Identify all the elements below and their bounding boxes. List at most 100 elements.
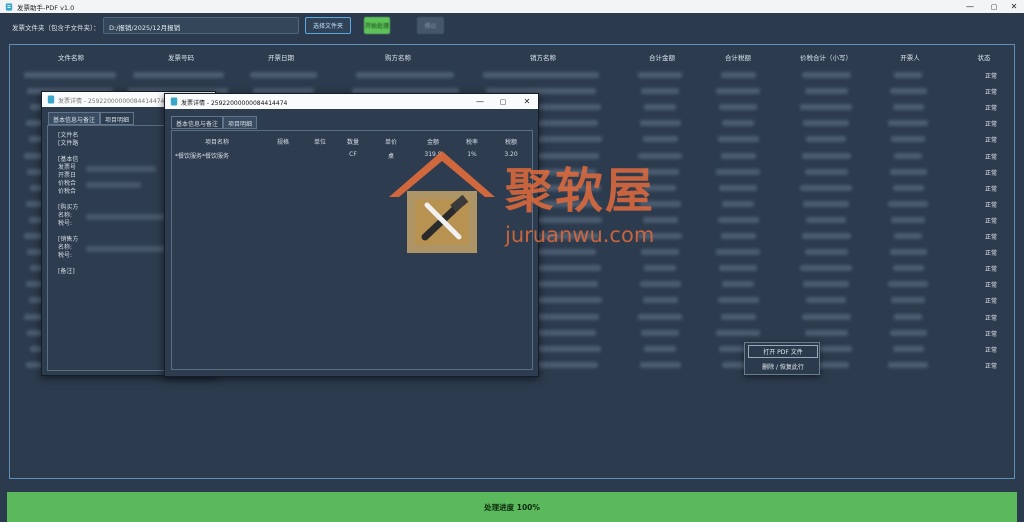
close-button[interactable]: ✕: [1002, 0, 1024, 13]
blurred-cell: [803, 281, 849, 288]
table-row[interactable]: 正常: [10, 67, 1014, 83]
info-line: [购买方: [58, 204, 79, 211]
blurred-cell: [716, 88, 760, 95]
dialog-back-tabs: 基本信息与备注 项目明细: [48, 112, 135, 125]
blurred-cell: [638, 313, 682, 320]
blurred-cell: [638, 72, 682, 78]
tab-basic-info[interactable]: 基本信息与备注: [48, 112, 101, 125]
blurred-cell: [644, 104, 676, 111]
window-title: 发票助手-PDF v1.0: [17, 3, 75, 12]
blurred-cell: [892, 104, 924, 111]
blurred-value: [86, 182, 141, 188]
dialog-maximize-button[interactable]: ▢: [495, 95, 511, 108]
blurred-cell: [644, 345, 676, 352]
blurred-cell: [889, 168, 927, 175]
blurred-cell: [639, 281, 681, 288]
minimize-icon: —: [966, 2, 974, 11]
blurred-cell: [894, 152, 922, 159]
col-invoice-date[interactable]: 开票日期: [268, 52, 294, 62]
close-icon: ✕: [523, 97, 531, 106]
info-line: 税号:: [58, 252, 73, 259]
col-grand-total[interactable]: 价税合计（小写）: [800, 52, 852, 62]
blurred-cell: [717, 136, 759, 143]
folder-label: 发票文件夹（包含子文件夹）：: [12, 24, 100, 32]
blurred-cell: [800, 265, 852, 272]
status-cell: 正常: [985, 234, 998, 241]
blurred-cell: [639, 361, 681, 368]
window-titlebar: 发票助手-PDF v1.0: [0, 0, 1024, 13]
col-total-tax[interactable]: 合计税额: [725, 52, 751, 62]
blurred-cell: [804, 168, 848, 175]
info-line: [销售方: [58, 236, 79, 243]
select-folder-button[interactable]: 选择文件夹: [305, 17, 351, 34]
blurred-cell: [888, 361, 928, 368]
blurred-cell: [639, 120, 681, 127]
blurred-cell: [892, 184, 924, 191]
row-context-menu: 打开 PDF 文件 删除 / 恢复此行: [744, 342, 820, 375]
blurred-cell: [356, 72, 454, 78]
col-qty[interactable]: 数量: [347, 137, 359, 146]
col-unit[interactable]: 单位: [314, 137, 326, 146]
status-cell: 正常: [985, 346, 998, 354]
col-item-name[interactable]: 项目名称: [205, 137, 229, 146]
info-line: 税号:: [58, 220, 73, 227]
delete-restore-menu-item[interactable]: 删除 / 恢复此行: [748, 360, 818, 373]
col-total-amount[interactable]: 合计金额: [649, 52, 675, 62]
start-button[interactable]: 开始处理: [364, 17, 390, 34]
blurred-cell: [716, 329, 760, 336]
app-logo-icon: [5, 2, 13, 11]
blurred-cell: [888, 120, 928, 127]
blurred-value: [86, 214, 166, 220]
open-pdf-menu-item[interactable]: 打开 PDF 文件: [748, 345, 818, 358]
minimize-button[interactable]: —: [958, 0, 982, 13]
blurred-cell: [804, 249, 848, 256]
toolbar: 发票文件夹（包含子文件夹）： D:/报销/2025/12月报销 选择文件夹 开始…: [0, 13, 1024, 41]
folder-path-input[interactable]: D:/报销/2025/12月报销: [103, 17, 299, 34]
col-issuer[interactable]: 开票人: [900, 52, 920, 62]
close-icon: ✕: [1010, 2, 1018, 11]
blurred-cell: [892, 345, 924, 352]
blurred-cell: [891, 136, 925, 143]
col-buyer[interactable]: 购方名称: [385, 52, 411, 62]
col-spec[interactable]: 规格: [277, 137, 289, 146]
status-cell: 正常: [985, 298, 998, 306]
info-line: 开票日: [58, 172, 77, 179]
blurred-cell: [891, 297, 925, 304]
info-line: 价税合: [58, 188, 77, 195]
blurred-cell: [249, 72, 317, 78]
tab-item-details[interactable]: 项目明细: [100, 112, 135, 125]
dialog-front-titlebar: 发票详情 - 25922000000084414474 — ▢ ✕: [165, 94, 538, 109]
dialog-minimize-button[interactable]: —: [472, 95, 488, 108]
stop-button[interactable]: 停止: [417, 17, 444, 34]
status-cell: 正常: [985, 185, 998, 193]
blurred-cell: [892, 265, 924, 272]
watermark: 聚软屋 juruanwu.com: [385, 145, 685, 260]
blurred-cell: [806, 297, 846, 304]
blurred-cell: [720, 72, 756, 78]
info-line: 发票号: [58, 164, 77, 171]
tab-basic-info[interactable]: 基本信息与备注: [171, 116, 224, 129]
progress-bar: 处理进度 100%: [7, 492, 1017, 522]
blurred-cell: [719, 104, 757, 111]
dialog-close-button[interactable]: ✕: [519, 95, 535, 108]
blurred-cell: [889, 249, 927, 256]
info-line: [基本信: [58, 156, 79, 163]
col-status[interactable]: 状态: [978, 52, 991, 62]
blurred-cell: [894, 233, 922, 239]
maximize-icon: ▢: [990, 2, 998, 11]
tab-item-details[interactable]: 项目明细: [223, 116, 258, 129]
info-line: 价税合: [58, 180, 77, 187]
col-filename[interactable]: 文件名称: [58, 52, 84, 62]
blurred-cell: [720, 313, 756, 320]
dialog-back-title: 发票详情 - 25922000000084414474: [58, 98, 165, 105]
col-invoice-number[interactable]: 发票号码: [168, 52, 194, 62]
status-cell: 正常: [985, 314, 998, 322]
status-cell: 正常: [985, 89, 998, 97]
blurred-cell: [804, 329, 848, 336]
info-line: 名称:: [58, 244, 73, 251]
blurred-cell: [894, 72, 922, 78]
blurred-cell: [889, 88, 927, 95]
col-seller[interactable]: 销方名称: [530, 52, 556, 62]
blurred-cell: [801, 233, 851, 239]
blurred-cell: [888, 281, 928, 288]
